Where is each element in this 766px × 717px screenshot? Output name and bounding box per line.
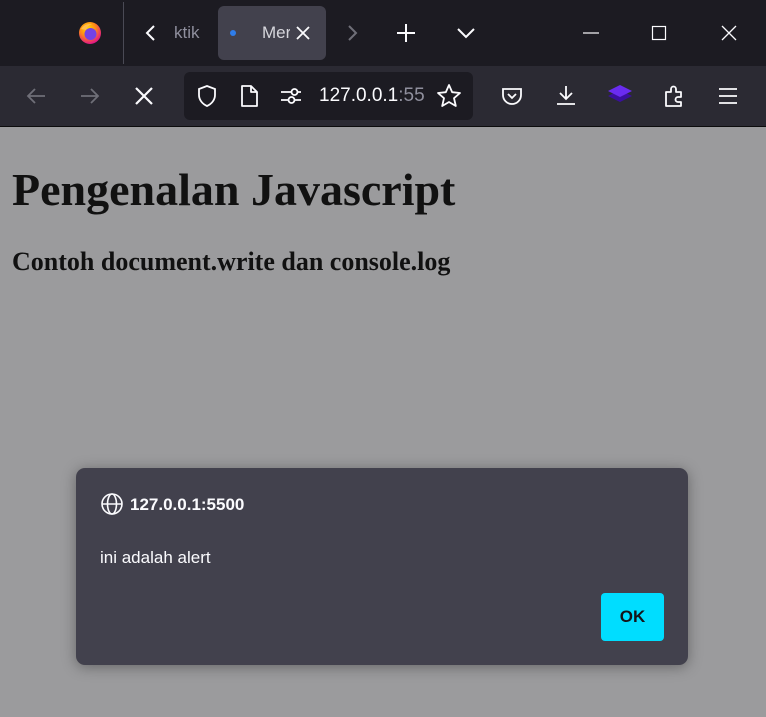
- chevron-down-icon: [457, 28, 475, 39]
- extensions-button[interactable]: [654, 76, 694, 116]
- url-bar[interactable]: 127.0.0.1:55: [184, 72, 473, 120]
- dialog-origin: 127.0.0.1:5500: [130, 495, 245, 514]
- page-info-button[interactable]: [233, 80, 265, 112]
- new-tab-button[interactable]: [385, 12, 427, 54]
- forward-button[interactable]: [70, 76, 110, 116]
- url-port: :55: [398, 85, 425, 106]
- globe-icon: [101, 493, 123, 515]
- tab-inactive[interactable]: ktik: [168, 6, 208, 60]
- ok-button[interactable]: OK: [601, 593, 664, 641]
- tab-scroll-left-button[interactable]: [130, 12, 172, 54]
- tab-strip: ktik Mer: [0, 0, 766, 66]
- stop-button[interactable]: [124, 76, 164, 116]
- chevron-right-icon: [348, 25, 358, 41]
- page-icon: [241, 85, 258, 107]
- close-icon: [721, 25, 737, 41]
- url-host: 127.0.0.1: [319, 85, 399, 106]
- extension-button[interactable]: [600, 76, 640, 116]
- close-window-button[interactable]: [708, 12, 750, 54]
- tab-loading-indicator: [230, 30, 236, 36]
- page-subheading: Contoh document.write dan console.log: [12, 247, 451, 276]
- list-all-tabs-button[interactable]: [445, 12, 487, 54]
- back-button[interactable]: [16, 76, 56, 116]
- pocket-button[interactable]: [492, 76, 532, 116]
- tracking-protection-button[interactable]: [191, 80, 223, 112]
- hamburger-icon: [719, 88, 737, 104]
- star-icon: [437, 84, 461, 107]
- dialog-message: ini adalah alert: [100, 548, 211, 567]
- close-icon: [296, 26, 310, 40]
- tab-title: ktik: [174, 23, 200, 42]
- maximize-icon: [651, 25, 667, 41]
- tab-title: Mer: [262, 23, 290, 42]
- pocket-icon: [502, 88, 522, 105]
- maximize-button[interactable]: [638, 12, 680, 54]
- download-icon: [557, 86, 575, 105]
- chevron-left-icon: [145, 25, 155, 41]
- tab-active[interactable]: Mer: [218, 6, 326, 60]
- puzzle-icon: [665, 85, 682, 107]
- navigation-toolbar: 127.0.0.1:55: [0, 66, 766, 127]
- stop-icon: [135, 87, 153, 105]
- bookmark-button[interactable]: [433, 80, 465, 112]
- permissions-button[interactable]: [275, 80, 307, 112]
- page-heading: Pengenalan Javascript: [12, 164, 456, 215]
- downloads-button[interactable]: [546, 76, 586, 116]
- arrow-left-icon: [26, 88, 45, 104]
- layers-icon: [608, 85, 632, 102]
- url-text[interactable]: 127.0.0.1:55: [319, 85, 425, 107]
- app-menu-button[interactable]: [708, 76, 748, 116]
- arrow-right-icon: [81, 88, 100, 104]
- tab-close-button[interactable]: [290, 20, 316, 46]
- firefox-logo-icon: [69, 12, 111, 54]
- minimize-icon: [583, 32, 599, 34]
- tab-divider: [123, 2, 124, 64]
- minimize-button[interactable]: [570, 12, 612, 54]
- alert-dialog: 127.0.0.1:5500 ini adalah alert OK: [76, 468, 688, 665]
- permissions-icon: [281, 88, 301, 104]
- plus-icon: [397, 24, 415, 42]
- tab-scroll-right-button[interactable]: [331, 12, 373, 54]
- shield-icon: [198, 85, 216, 107]
